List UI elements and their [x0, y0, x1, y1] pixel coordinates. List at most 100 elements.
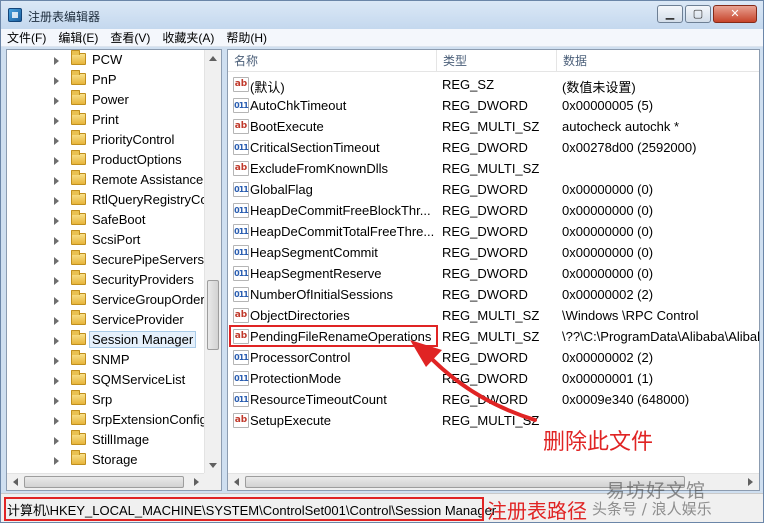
registry-value-row[interactable]: ab BootExecute REG_MULTI_SZ autocheck autoc…: [228, 116, 759, 137]
tree-hscroll-thumb[interactable]: [24, 476, 184, 488]
tree-item[interactable]: PCW: [7, 50, 207, 70]
tree-item[interactable]: SrpExtensionConfig: [7, 410, 207, 430]
registry-value-row[interactable]: 011 NumberOfInitialSessions REG_DWORD 0x000…: [228, 284, 759, 305]
registry-value-row[interactable]: 011 AutoChkTimeout REG_DWORD 0x00000005 (5): [228, 95, 759, 116]
tree-item-label: SrpExtensionConfig: [92, 412, 207, 427]
registry-value-row[interactable]: ab ExcludeFromKnownDlls REG_MULTI_SZ: [228, 158, 759, 179]
value-type: REG_DWORD: [442, 392, 528, 407]
minimize-button[interactable]: ▁: [657, 5, 683, 23]
tree-item[interactable]: Srp: [7, 390, 207, 410]
menu-favorites[interactable]: 收藏夹(A): [156, 29, 220, 46]
expand-arrow-icon[interactable]: [54, 177, 59, 185]
registry-value-row[interactable]: 011 HeapSegmentReserve REG_DWORD 0x00000000…: [228, 263, 759, 284]
maximize-button[interactable]: ▢: [685, 5, 711, 23]
tree-item[interactable]: Session Manager: [7, 330, 207, 350]
tree-item[interactable]: ProductOptions: [7, 150, 207, 170]
registry-values-list[interactable]: 名称 类型 数据 ab (默认) REG_SZ (数值未设置) 011 AutoChkTi…: [227, 49, 760, 491]
registry-path-highlight: [4, 497, 484, 521]
value-type: REG_MULTI_SZ: [442, 161, 540, 176]
tree-item[interactable]: SecurityProviders: [7, 270, 207, 290]
scroll-right-arrow-icon[interactable]: [194, 478, 199, 486]
tree-item[interactable]: ServiceGroupOrder: [7, 290, 207, 310]
expand-arrow-icon[interactable]: [54, 137, 59, 145]
expand-arrow-icon[interactable]: [54, 437, 59, 445]
value-data: (数值未设置): [562, 80, 636, 95]
expand-arrow-icon[interactable]: [54, 197, 59, 205]
registry-value-row[interactable]: 011 HeapDeCommitTotalFreeThre... REG_DWORD…: [228, 221, 759, 242]
registry-key-tree[interactable]: PCW PnP Power Print PriorityControl ProductOp…: [6, 49, 222, 491]
list-header: 名称 类型 数据: [228, 50, 759, 72]
tree-item[interactable]: SecurePipeServers: [7, 250, 207, 270]
tree-vscroll-thumb[interactable]: [207, 280, 219, 350]
registry-value-row[interactable]: 011 ResourceTimeoutCount REG_DWORD 0x0009e3…: [228, 389, 759, 410]
column-header-data[interactable]: 数据: [557, 50, 759, 72]
registry-value-row[interactable]: 011 HeapDeCommitFreeBlockThr... REG_DWORD 0…: [228, 200, 759, 221]
tree-item[interactable]: ScsiPort: [7, 230, 207, 250]
registry-value-row[interactable]: 011 ProcessorControl REG_DWORD 0x00000002 (…: [228, 347, 759, 368]
tree-item[interactable]: SQMServiceList: [7, 370, 207, 390]
expand-arrow-icon[interactable]: [54, 397, 59, 405]
expand-arrow-icon[interactable]: [54, 117, 59, 125]
tree-item-label: ServiceGroupOrder: [92, 292, 205, 307]
registry-value-row[interactable]: ab SetupExecute REG_MULTI_SZ: [228, 410, 759, 431]
tree-item-label: SafeBoot: [92, 212, 146, 227]
value-data: 0x00000001 (1): [562, 371, 654, 386]
folder-icon: [71, 330, 86, 345]
value-data: 0x0009e340 (648000): [562, 392, 690, 407]
menu-edit[interactable]: 编辑(E): [52, 29, 104, 46]
expand-arrow-icon[interactable]: [54, 97, 59, 105]
value-type: REG_DWORD: [442, 266, 528, 281]
expand-arrow-icon[interactable]: [54, 57, 59, 65]
tree-item[interactable]: Power: [7, 90, 207, 110]
string-value-icon: ab: [233, 161, 249, 176]
expand-arrow-icon[interactable]: [54, 417, 59, 425]
expand-arrow-icon[interactable]: [54, 297, 59, 305]
registry-value-row[interactable]: 011 GlobalFlag REG_DWORD 0x00000000 (0): [228, 179, 759, 200]
expand-arrow-icon[interactable]: [54, 237, 59, 245]
tree-vertical-scrollbar[interactable]: [204, 50, 221, 474]
expand-arrow-icon[interactable]: [54, 337, 59, 345]
tree-item-label: ProductOptions: [92, 152, 182, 167]
registry-value-row[interactable]: ab ObjectDirectories REG_MULTI_SZ \Windows …: [228, 305, 759, 326]
registry-value-row[interactable]: 011 CriticalSectionTimeout REG_DWORD 0x0027…: [228, 137, 759, 158]
expand-arrow-icon[interactable]: [54, 77, 59, 85]
menu-view[interactable]: 查看(V): [104, 29, 156, 46]
tree-item[interactable]: PriorityControl: [7, 130, 207, 150]
tree-item[interactable]: Remote Assistance: [7, 170, 207, 190]
expand-arrow-icon[interactable]: [54, 157, 59, 165]
scroll-right-arrow-icon[interactable]: [748, 478, 753, 486]
registry-value-row[interactable]: 011 ProtectionMode REG_DWORD 0x00000001 (1): [228, 368, 759, 389]
tree-item[interactable]: StillImage: [7, 430, 207, 450]
title-bar[interactable]: 注册表编辑器 ▁ ▢ ✕: [1, 1, 763, 29]
scroll-left-arrow-icon[interactable]: [13, 478, 18, 486]
registry-value-row[interactable]: 011 HeapSegmentCommit REG_DWORD 0x00000000 …: [228, 242, 759, 263]
tree-item[interactable]: PnP: [7, 70, 207, 90]
close-button[interactable]: ✕: [713, 5, 757, 23]
scroll-up-arrow-icon[interactable]: [209, 56, 217, 61]
tree-item[interactable]: SNMP: [7, 350, 207, 370]
value-type: REG_DWORD: [442, 203, 528, 218]
registry-value-row[interactable]: ab (默认) REG_SZ (数值未设置): [228, 74, 759, 95]
tree-item[interactable]: SafeBoot: [7, 210, 207, 230]
column-header-type[interactable]: 类型: [437, 50, 557, 72]
expand-arrow-icon[interactable]: [54, 377, 59, 385]
expand-arrow-icon[interactable]: [54, 257, 59, 265]
menu-help[interactable]: 帮助(H): [220, 29, 273, 46]
expand-arrow-icon[interactable]: [54, 457, 59, 465]
tree-item[interactable]: Print: [7, 110, 207, 130]
expand-arrow-icon[interactable]: [54, 277, 59, 285]
tree-item[interactable]: ServiceProvider: [7, 310, 207, 330]
scroll-left-arrow-icon[interactable]: [234, 478, 239, 486]
column-header-name[interactable]: 名称: [228, 50, 437, 72]
value-type: REG_DWORD: [442, 371, 528, 386]
expand-arrow-icon[interactable]: [54, 357, 59, 365]
tree-item[interactable]: RtlQueryRegistryCor: [7, 190, 212, 210]
menu-file[interactable]: 文件(F): [1, 29, 52, 46]
tree-item-label: Srp: [92, 392, 113, 407]
value-type: REG_DWORD: [442, 98, 528, 113]
tree-horizontal-scrollbar[interactable]: [7, 473, 205, 490]
expand-arrow-icon[interactable]: [54, 217, 59, 225]
tree-item[interactable]: Storage: [7, 450, 207, 470]
scroll-down-arrow-icon[interactable]: [209, 463, 217, 468]
expand-arrow-icon[interactable]: [54, 317, 59, 325]
